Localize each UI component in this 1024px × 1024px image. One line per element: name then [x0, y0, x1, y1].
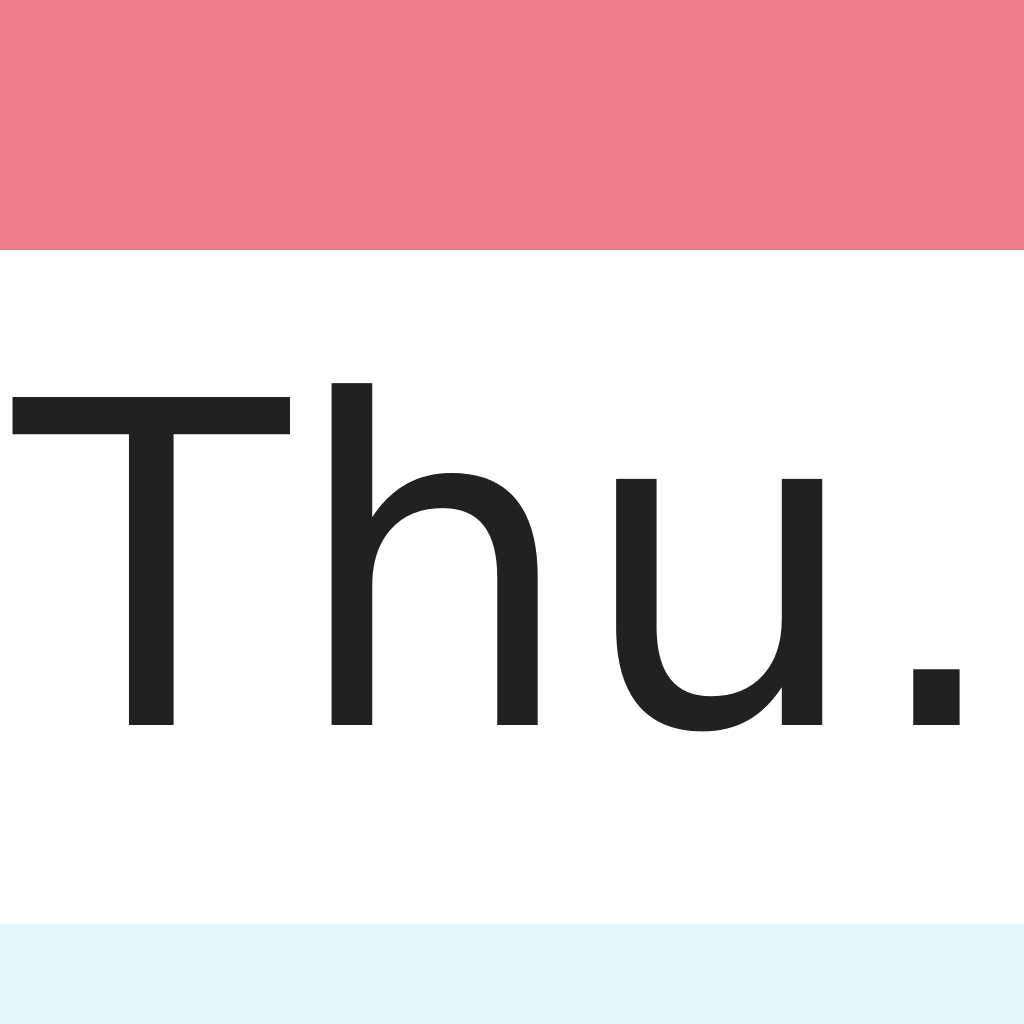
day-of-week-app-icon: Thu.	[0, 0, 1024, 1024]
bottom-color-band	[0, 924, 1024, 1024]
day-of-week-label: Thu.	[13, 308, 1011, 832]
top-color-band	[0, 0, 1024, 250]
